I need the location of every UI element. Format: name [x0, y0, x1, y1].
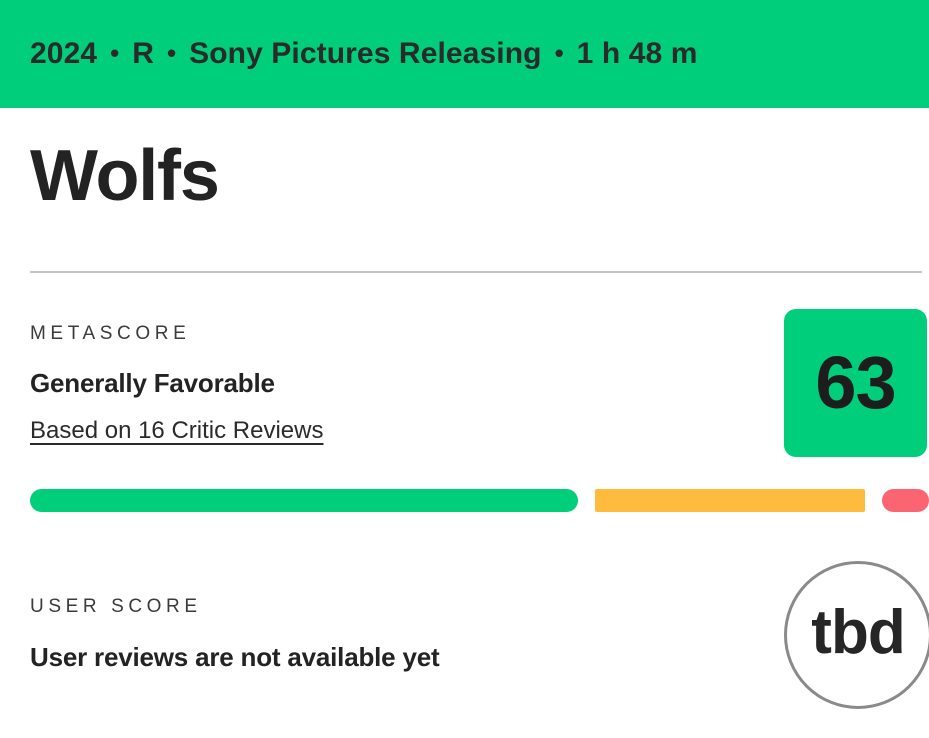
- metadata-rating: R: [132, 37, 155, 70]
- distribution-segment-positive[interactable]: [30, 489, 578, 512]
- userscore-value: tbd: [811, 598, 905, 667]
- metadata-year: 2024: [30, 37, 98, 70]
- metadata-distributor: Sony Pictures Releasing: [189, 37, 542, 70]
- metascore-block: METASCORE Generally Favorable Based on 1…: [30, 324, 323, 443]
- userscore-block: USER SCORE User reviews are not availabl…: [30, 596, 440, 672]
- metadata-runtime: 1 h 48 m: [576, 37, 698, 70]
- metascore-label: METASCORE: [30, 323, 191, 344]
- userscore-label: USER SCORE: [30, 596, 202, 617]
- movie-detail-page: 2024 • R • Sony Pictures Releasing • 1 h…: [0, 0, 929, 738]
- metascore-description: Generally Favorable: [30, 368, 275, 398]
- metadata-separator-dot: •: [554, 38, 564, 68]
- page-title: Wolfs: [30, 136, 220, 216]
- metadata-separator-dot: •: [110, 38, 120, 68]
- userscore-badge[interactable]: tbd: [784, 561, 929, 709]
- metascore-value: 63: [815, 341, 896, 424]
- critic-reviews-link[interactable]: Based on 16 Critic Reviews: [30, 419, 323, 443]
- title-block: Wolfs: [30, 136, 220, 216]
- distribution-segment-mixed[interactable]: [595, 489, 865, 512]
- metadata-list: 2024 • R • Sony Pictures Releasing • 1 h…: [0, 39, 698, 69]
- movie-metadata-bar: 2024 • R • Sony Pictures Releasing • 1 h…: [0, 0, 929, 108]
- userscore-description: User reviews are not available yet: [30, 642, 440, 672]
- distribution-segment-negative[interactable]: [882, 489, 929, 512]
- metascore-badge[interactable]: 63: [784, 309, 927, 457]
- section-divider: [30, 271, 922, 273]
- metadata-separator-dot: •: [167, 38, 177, 68]
- review-distribution-bar: [30, 489, 929, 512]
